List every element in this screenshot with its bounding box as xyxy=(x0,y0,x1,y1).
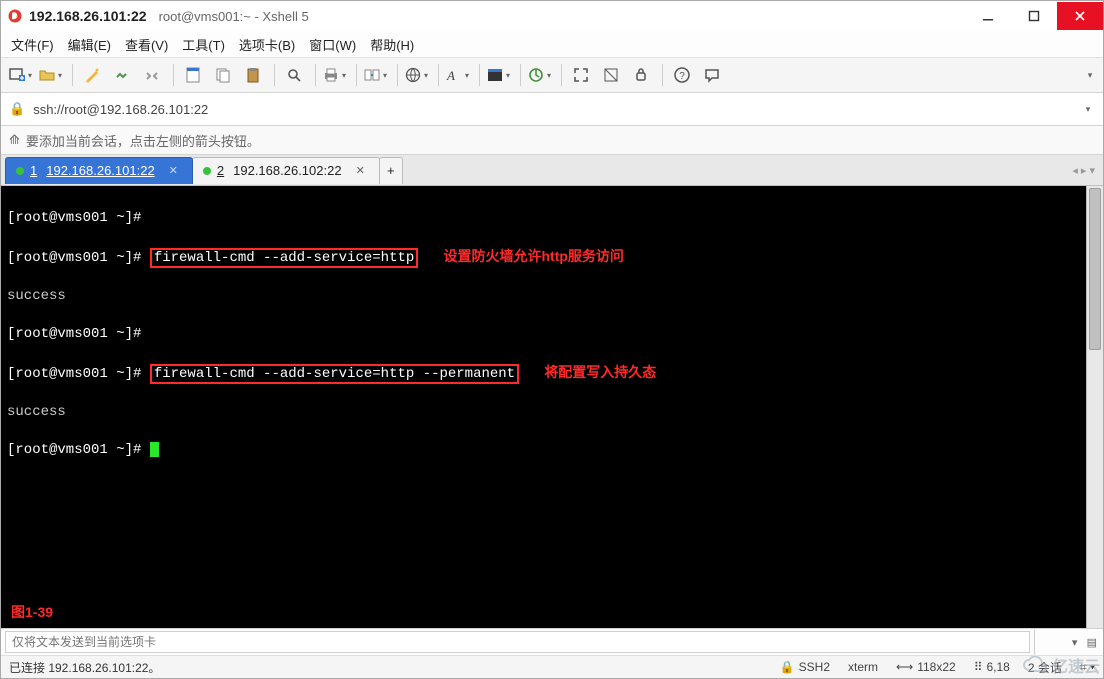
hint-text: 要添加当前会话，点击左侧的箭头按钮。 xyxy=(26,131,260,150)
always-on-top-icon[interactable] xyxy=(627,61,655,89)
terminal-scrollbar[interactable] xyxy=(1086,186,1103,628)
status-dot-icon xyxy=(16,167,24,175)
toolbar-separator xyxy=(479,64,480,86)
toolbar-overflow-icon[interactable]: ▾ xyxy=(1083,70,1097,81)
toolbar-separator xyxy=(397,64,398,86)
output: success xyxy=(7,404,66,420)
status-grip-icon: ⌗ ▾ xyxy=(1080,660,1095,675)
app-icon xyxy=(7,8,23,24)
color-scheme-icon[interactable]: ▾ xyxy=(485,61,513,89)
svg-text:?: ? xyxy=(679,71,685,82)
title-suffix: root@vms001:~ - Xshell 5 xyxy=(159,9,309,24)
menu-tools[interactable]: 工具(T) xyxy=(182,35,225,54)
menu-bar: 文件(F) 编辑(E) 查看(V) 工具(T) 选项卡(B) 窗口(W) 帮助(… xyxy=(1,31,1103,58)
lock-icon: 🔒 xyxy=(9,101,25,117)
minimize-button[interactable] xyxy=(965,2,1011,30)
status-sessions: 2 会话 xyxy=(1028,659,1062,676)
toolbar-separator xyxy=(438,64,439,86)
title-address: 192.168.26.101:22 xyxy=(29,8,147,24)
annotation: 设置防火墙允许http服务访问 xyxy=(444,248,624,264)
toolbar-separator xyxy=(561,64,562,86)
status-dot-icon xyxy=(203,167,211,175)
toolbar-separator xyxy=(72,64,73,86)
address-overflow-icon[interactable]: ▾ xyxy=(1081,104,1095,115)
toolbar-separator xyxy=(173,64,174,86)
paste-icon[interactable] xyxy=(239,61,267,89)
print-icon[interactable]: ▾ xyxy=(321,61,349,89)
hint-arrow-icon[interactable]: ⟰ xyxy=(9,132,20,148)
status-protocol: 🔒 SSH2 xyxy=(780,660,830,674)
prompt: [root@vms001 ~]# xyxy=(7,442,141,458)
font-icon[interactable]: A▾ xyxy=(444,61,472,89)
tab-label: 192.168.26.101:22 xyxy=(46,163,154,178)
prompt: [root@vms001 ~]# xyxy=(7,250,141,266)
toolbar-separator xyxy=(520,64,521,86)
toolbar-separator xyxy=(662,64,663,86)
compose-input[interactable] xyxy=(5,631,1030,653)
feedback-icon[interactable] xyxy=(698,61,726,89)
cursor xyxy=(150,442,159,457)
menu-tabs[interactable]: 选项卡(B) xyxy=(239,35,295,54)
properties-icon[interactable] xyxy=(179,61,207,89)
menu-help[interactable]: 帮助(H) xyxy=(370,35,414,54)
transparent-icon[interactable] xyxy=(597,61,625,89)
status-term: xterm xyxy=(848,660,878,674)
new-session-icon[interactable]: ▾ xyxy=(7,61,35,89)
tab-strip: 1 192.168.26.101:22 ✕ 2 192.168.26.102:2… xyxy=(1,155,1103,186)
script-icon[interactable]: ▾ xyxy=(526,61,554,89)
help-icon[interactable]: ? xyxy=(668,61,696,89)
tab-close-icon[interactable]: ✕ xyxy=(169,164,178,177)
menu-window[interactable]: 窗口(W) xyxy=(309,35,356,54)
toolbar-separator xyxy=(315,64,316,86)
send-options[interactable]: ▾ ▤ xyxy=(1034,629,1103,655)
annotation: 将配置写入持久态 xyxy=(544,364,656,380)
transfer-icon[interactable]: ▾ xyxy=(362,61,390,89)
toolbar-separator xyxy=(356,64,357,86)
open-icon[interactable]: ▾ xyxy=(37,61,65,89)
reconnect-icon[interactable] xyxy=(108,61,136,89)
menu-edit[interactable]: 编辑(E) xyxy=(68,35,111,54)
prompt: [root@vms001 ~]# xyxy=(7,326,141,342)
hint-bar: ⟰ 要添加当前会话，点击左侧的箭头按钮。 xyxy=(1,126,1103,155)
menu-view[interactable]: 查看(V) xyxy=(125,35,168,54)
toolbar-separator xyxy=(274,64,275,86)
session-tab-2[interactable]: 2 192.168.26.102:22 ✕ xyxy=(192,157,380,184)
tab-nav[interactable]: ◂ ▸ ▾ xyxy=(1072,164,1099,177)
title-bar: 192.168.26.101:22 root@vms001:~ - Xshell… xyxy=(1,1,1103,31)
address-url[interactable]: ssh://root@192.168.26.101:22 xyxy=(33,102,208,117)
terminal-wrapper: [root@vms001 ~]# [root@vms001 ~]# firewa… xyxy=(1,186,1103,628)
status-connected: 已连接 192.168.26.101:22。 xyxy=(9,659,160,676)
tab-index: 2 xyxy=(217,163,224,178)
output: success xyxy=(7,288,66,304)
close-button[interactable] xyxy=(1057,2,1103,30)
fullscreen-icon[interactable] xyxy=(567,61,595,89)
encoding-icon[interactable]: ▾ xyxy=(403,61,431,89)
toolbar: ▾ ▾ ▾ ▾ ▾ A▾ ▾ ▾ ? ▾ xyxy=(1,58,1103,93)
prompt: [root@vms001 ~]# xyxy=(7,210,141,226)
disconnect-icon[interactable] xyxy=(138,61,166,89)
wizard-icon[interactable] xyxy=(78,61,106,89)
prompt: [root@vms001 ~]# xyxy=(7,366,141,382)
tab-index: 1 xyxy=(30,163,37,178)
tab-close-icon[interactable]: ✕ xyxy=(356,164,365,177)
session-tab-1[interactable]: 1 192.168.26.101:22 ✕ xyxy=(5,157,193,184)
tab-add-button[interactable]: + xyxy=(379,157,403,184)
svg-text:A: A xyxy=(446,68,455,83)
figure-label: 图1-39 xyxy=(11,603,53,622)
status-cursor: ⠿ 6,18 xyxy=(974,660,1010,674)
scrollbar-thumb[interactable] xyxy=(1089,188,1101,350)
menu-file[interactable]: 文件(F) xyxy=(11,35,54,54)
command-boxed: firewall-cmd --add-service=http --perman… xyxy=(150,364,519,384)
command-boxed: firewall-cmd --add-service=http xyxy=(150,248,418,268)
address-bar: 🔒 ssh://root@192.168.26.101:22 ▾ xyxy=(1,93,1103,126)
find-icon[interactable] xyxy=(280,61,308,89)
maximize-button[interactable] xyxy=(1011,2,1057,30)
terminal[interactable]: [root@vms001 ~]# [root@vms001 ~]# firewa… xyxy=(1,186,1086,628)
send-bar: ▾ ▤ xyxy=(1,628,1103,655)
copy-icon[interactable] xyxy=(209,61,237,89)
status-bar: 已连接 192.168.26.101:22。 🔒 SSH2 xterm ⟷ 11… xyxy=(1,655,1103,678)
status-size: ⟷ 118x22 xyxy=(896,660,956,674)
tab-label: 192.168.26.102:22 xyxy=(233,163,341,178)
